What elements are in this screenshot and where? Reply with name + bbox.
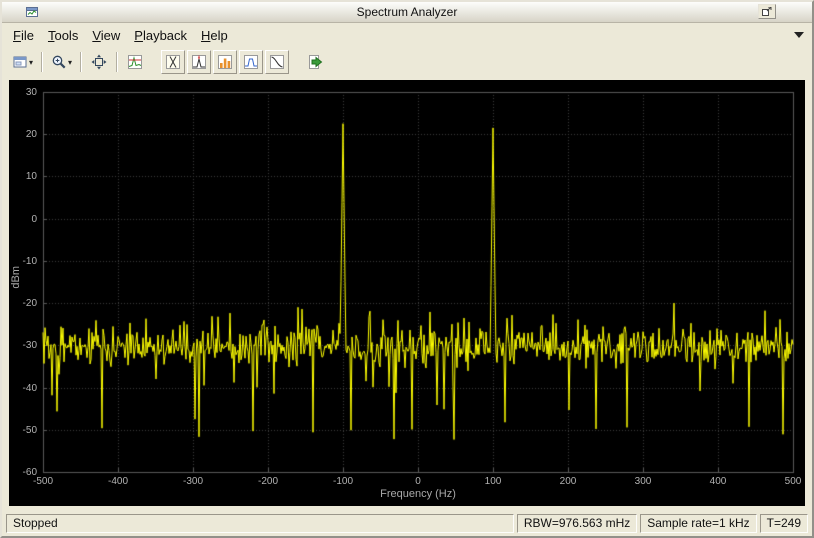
status-bar: Stopped RBW=976.563 mHz Sample rate=1 kH… <box>2 510 812 536</box>
menu-item-playback[interactable]: Playback <box>127 25 194 46</box>
expand-arrows-icon <box>91 54 107 70</box>
menu-item-file[interactable]: File <box>6 25 41 46</box>
menu-items: File Tools View Playback Help <box>6 25 235 46</box>
plot-panel: -50 0 -400 -300 -200 -100 0 100 200 300 400 500 30 20… <box>9 80 805 506</box>
ccdf-measurements-button[interactable] <box>265 50 290 74</box>
x-tick-label: 400 <box>709 476 727 487</box>
x-axis-label: Frequency (Hz) <box>380 488 456 500</box>
menu-bar: File Tools View Playback Help <box>2 23 812 47</box>
x-tick-label: -100 <box>332 476 353 487</box>
x-tick-label: -300 <box>182 476 203 487</box>
undock-icon <box>762 7 772 16</box>
x-tick-label: 500 <box>784 476 802 487</box>
x-tick-label: 0 <box>415 476 421 487</box>
y-tick-label: -40 <box>22 382 37 394</box>
dropdown-arrow-icon[interactable]: ▾ <box>29 58 33 67</box>
toolbar-separator <box>80 52 83 72</box>
menu-item-tools[interactable]: Tools <box>41 25 85 46</box>
spectral-mask-button[interactable] <box>239 50 264 74</box>
curve-icon <box>270 55 285 69</box>
x-tick-label: 200 <box>559 476 577 487</box>
peak-finder-button[interactable] <box>187 50 212 74</box>
cursor-measurements-button[interactable] <box>161 50 186 74</box>
dropdown-arrow-icon[interactable]: ▾ <box>68 58 72 67</box>
status-frame-counter: T=249 <box>759 513 808 533</box>
autoscale-button[interactable] <box>87 50 111 74</box>
zoom-button[interactable]: ▾ <box>48 50 75 74</box>
y-tick-label: -50 <box>22 424 37 436</box>
x-tick-label: 300 <box>634 476 652 487</box>
menu-item-view[interactable]: View <box>85 25 127 46</box>
spectrum-icon <box>128 55 143 69</box>
window-title: Spectrum Analyzer <box>356 5 458 19</box>
undock-button[interactable] <box>758 4 776 19</box>
mask-icon <box>244 55 259 69</box>
magnifier-icon <box>52 55 66 69</box>
title-bar: Spectrum Analyzer <box>2 2 812 23</box>
configuration-button[interactable]: ▾ <box>9 50 36 74</box>
y-tick-label: 20 <box>25 129 37 141</box>
y-tick-label: 30 <box>25 87 37 98</box>
menu-item-help[interactable]: Help <box>194 25 235 46</box>
menu-overflow-icon[interactable] <box>794 32 804 38</box>
y-tick-label: -30 <box>22 340 37 352</box>
toolbar-separator <box>41 52 44 72</box>
status-rbw: RBW=976.563 mHz <box>516 513 638 533</box>
toolbar: ▾ ▾ <box>2 47 812 77</box>
cursors-icon <box>166 55 181 69</box>
y-tick-label: -20 <box>22 298 37 310</box>
y-tick-label: 10 <box>25 171 37 183</box>
step-forward-button[interactable] <box>303 50 327 74</box>
y-tick-label: -60 <box>22 467 37 478</box>
app-icon <box>26 7 38 17</box>
y-axis-label: dBm <box>10 266 22 289</box>
status-state: Stopped <box>6 513 514 533</box>
window-icon <box>13 56 27 68</box>
spectrum-plot-canvas[interactable] <box>9 80 805 506</box>
spectrum-analyzer-window: Spectrum Analyzer File Tools View Playback H… <box>0 0 814 538</box>
status-sample-rate: Sample rate=1 kHz <box>640 513 757 533</box>
peak-icon <box>192 55 207 69</box>
spectrum-settings-button[interactable] <box>123 50 147 74</box>
y-tick-label: 0 <box>31 213 37 225</box>
green-arrow-icon <box>309 55 323 69</box>
x-tick-label: -200 <box>257 476 278 487</box>
orange-bars-icon <box>218 55 233 69</box>
x-tick-label: -400 <box>107 476 128 487</box>
toolbar-separator <box>116 52 119 72</box>
distortion-measurements-button[interactable] <box>213 50 238 74</box>
x-tick-label: 100 <box>484 476 502 487</box>
